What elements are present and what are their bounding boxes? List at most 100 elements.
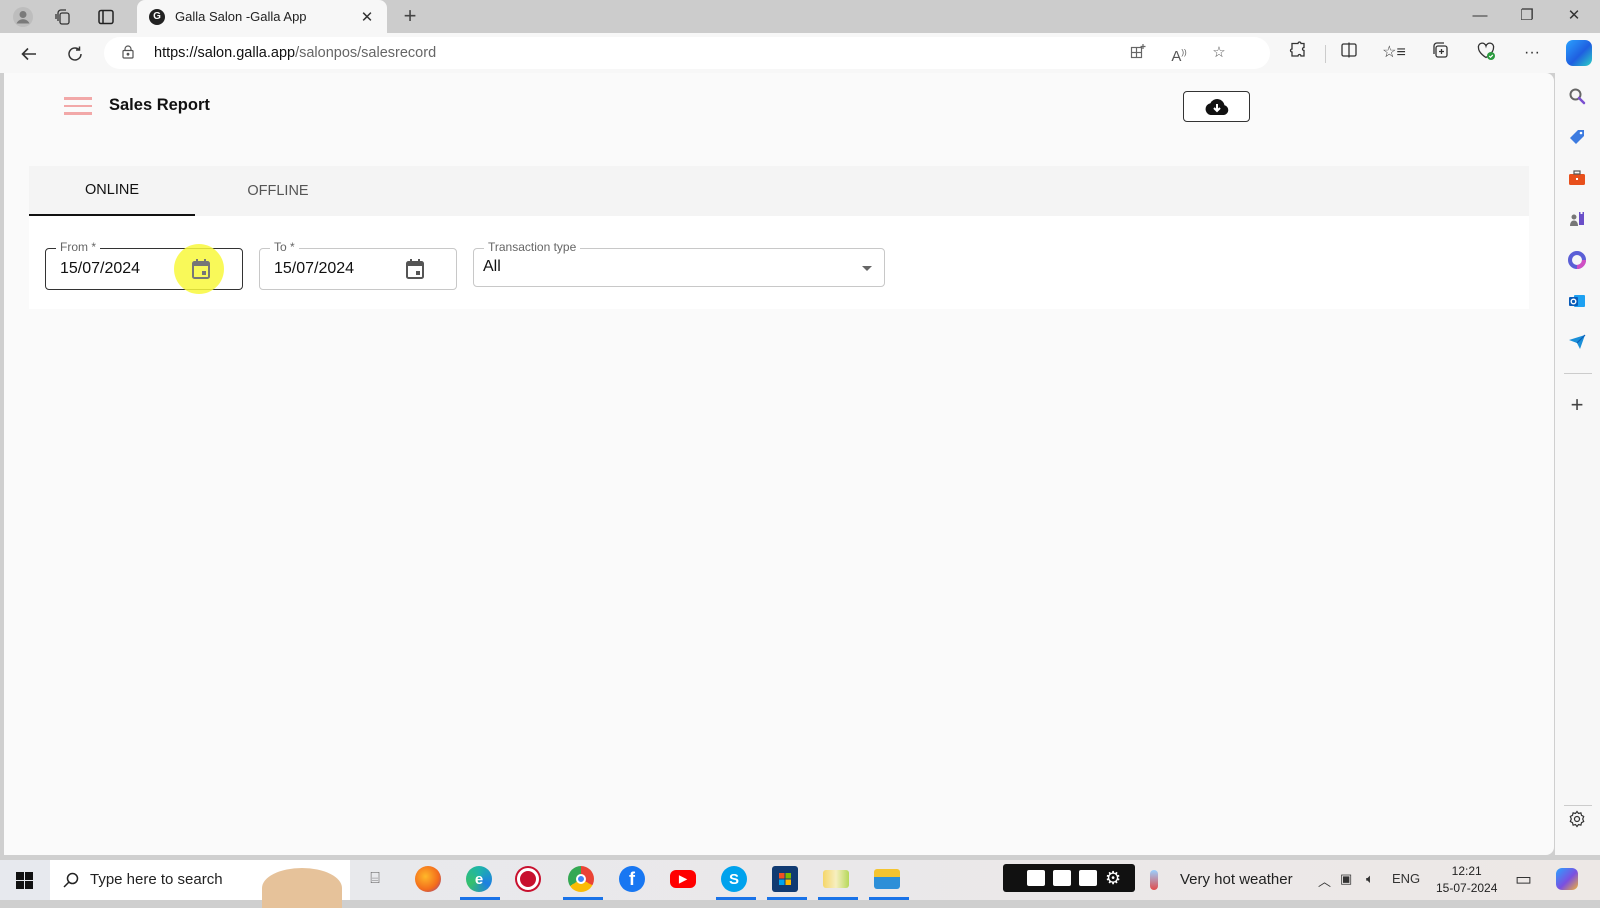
windows-taskbar: Type here to search ⌸ e f ▶ S ⚙ Very hot… <box>0 860 1600 908</box>
edge-sidebar: + <box>1555 73 1600 855</box>
download-report-button[interactable] <box>1183 91 1250 122</box>
profile-icon[interactable] <box>12 6 34 28</box>
report-card: ONLINE OFFLINE From * 15/07/2024 To * 15… <box>29 166 1529 380</box>
youtube-icon[interactable]: ▶ <box>670 870 696 888</box>
restore-button[interactable]: ❐ <box>1507 4 1547 28</box>
back-button[interactable] <box>16 41 42 67</box>
add-sidebar-app-icon[interactable]: + <box>1566 392 1588 417</box>
calendar-icon[interactable] <box>405 258 425 280</box>
favorite-star-icon[interactable]: ☆ <box>1209 43 1229 63</box>
to-date-value[interactable]: 15/07/2024 <box>274 260 354 278</box>
language-indicator[interactable]: ENG <box>1392 871 1420 886</box>
workspaces-icon[interactable] <box>52 6 74 28</box>
to-date-field[interactable]: To * 15/07/2024 <box>259 240 457 290</box>
extensions-icon[interactable] <box>1286 41 1310 65</box>
favorites-icon[interactable]: ☆≡ <box>1382 41 1406 65</box>
show-hidden-icons-icon[interactable]: ︿ <box>1318 871 1331 890</box>
galla-favicon-icon: G <box>149 8 165 25</box>
refresh-button[interactable] <box>62 41 88 67</box>
windows-start-icon[interactable] <box>16 872 33 889</box>
copilot-taskbar-icon[interactable] <box>1556 868 1578 890</box>
url-path: /salonpos/salesrecord <box>295 45 437 61</box>
menu-hamburger-icon[interactable] <box>64 97 92 115</box>
system-clock[interactable]: 12:21 15-07-2024 <box>1436 863 1497 897</box>
sidebar-divider <box>1564 373 1592 374</box>
toolbar-divider <box>1325 45 1326 63</box>
search-placeholder: Type here to search <box>90 871 223 888</box>
settings-icon[interactable] <box>1566 808 1588 830</box>
tab-online[interactable]: ONLINE <box>29 166 195 216</box>
facebook-icon[interactable]: f <box>619 866 645 892</box>
read-aloud-icon[interactable]: A)) <box>1169 43 1189 65</box>
taskbar-search[interactable]: Type here to search <box>50 860 350 908</box>
notifications-icon[interactable]: ▭ <box>1515 869 1532 890</box>
collections-icon[interactable] <box>1428 41 1452 65</box>
shopping-tag-icon[interactable] <box>1566 126 1588 148</box>
video-icon[interactable] <box>1053 870 1071 886</box>
minimize-icon: — <box>1472 7 1488 24</box>
tab-offline[interactable]: OFFLINE <box>195 166 361 216</box>
tab-actions-icon[interactable] <box>95 6 117 28</box>
microsoft-store-icon[interactable] <box>772 866 798 892</box>
new-tab-button[interactable]: + <box>398 4 422 28</box>
send-icon[interactable] <box>1566 331 1588 353</box>
copilot-icon[interactable] <box>1566 40 1592 66</box>
browser-title-bar: G Galla Salon -Galla App ✕ + — ❐ ✕ <box>0 0 1600 33</box>
restore-icon: ❐ <box>1520 7 1534 24</box>
browser-tab-active[interactable]: G Galla Salon -Galla App ✕ <box>137 0 387 33</box>
clock-time: 12:21 <box>1451 864 1482 878</box>
network-icon[interactable]: ▣ <box>1340 871 1352 887</box>
outlook-icon[interactable] <box>1566 290 1588 312</box>
transaction-type-select[interactable]: Transaction type All <box>473 240 885 287</box>
camera-icon[interactable] <box>1027 870 1045 886</box>
url-text[interactable]: https://salon.galla.app/salonpos/salesre… <box>154 45 436 61</box>
toolbox-icon[interactable] <box>1566 167 1588 189</box>
sidebar-divider <box>1564 805 1592 806</box>
search-highlight-art <box>262 868 342 908</box>
search-icon[interactable] <box>1566 85 1588 107</box>
close-window-button[interactable]: ✕ <box>1554 4 1594 28</box>
firefox-icon[interactable] <box>415 866 441 892</box>
chrome-icon[interactable] <box>568 866 594 892</box>
maps-icon[interactable] <box>823 870 849 888</box>
from-date-value[interactable]: 15/07/2024 <box>60 260 140 278</box>
close-icon: ✕ <box>1567 7 1581 24</box>
skype-icon[interactable]: S <box>721 866 747 892</box>
app-available-icon[interactable] <box>1128 43 1148 63</box>
task-view-icon[interactable]: ⌸ <box>362 866 388 892</box>
split-screen-icon[interactable] <box>1337 41 1361 65</box>
to-date-label: To * <box>270 240 299 255</box>
lock-icon[interactable] <box>122 45 134 59</box>
weather-thermometer-icon <box>1150 870 1158 890</box>
recorder-icon[interactable] <box>517 868 539 890</box>
more-options-icon[interactable]: ··· <box>1520 41 1544 65</box>
url-host: https://salon.galla.app <box>154 45 296 61</box>
edge-icon[interactable]: e <box>466 866 492 892</box>
settings-icon[interactable]: ⚙ <box>1105 868 1121 889</box>
cloud-download-icon <box>1205 98 1228 115</box>
report-tabs: ONLINE OFFLINE <box>29 166 1529 216</box>
games-icon[interactable] <box>1566 208 1588 230</box>
address-bar[interactable]: https://salon.galla.app/salonpos/salesre… <box>104 37 1270 69</box>
search-icon <box>63 872 79 888</box>
browser-essentials-icon[interactable] <box>1474 41 1498 65</box>
dropdown-arrow-icon[interactable] <box>862 266 872 271</box>
screen-capture-toolbar: ⚙ <box>1003 864 1135 892</box>
page-title: Sales Report <box>109 96 210 114</box>
window-capture-icon[interactable] <box>1079 870 1097 886</box>
calendar-icon[interactable] <box>191 258 211 280</box>
tab-title: Galla Salon -Galla App <box>175 9 307 24</box>
browser-toolbar: https://salon.galla.app/salonpos/salesre… <box>0 33 1600 73</box>
minimize-button[interactable]: — <box>1460 4 1500 28</box>
file-explorer-icon[interactable] <box>874 869 900 889</box>
from-date-label: From * <box>56 240 100 255</box>
microsoft365-icon[interactable] <box>1566 249 1588 271</box>
plus-icon: + <box>403 3 417 28</box>
close-tab-icon[interactable]: ✕ <box>357 7 377 27</box>
transaction-type-label: Transaction type <box>484 240 581 255</box>
volume-icon[interactable]: 🔈︎ <box>1366 871 1374 887</box>
transaction-type-value: All <box>483 258 501 275</box>
weather-text[interactable]: Very hot weather <box>1180 871 1293 888</box>
from-date-field[interactable]: From * 15/07/2024 <box>45 240 243 294</box>
filters-panel: From * 15/07/2024 To * 15/07/2024 Transa… <box>29 216 1529 309</box>
